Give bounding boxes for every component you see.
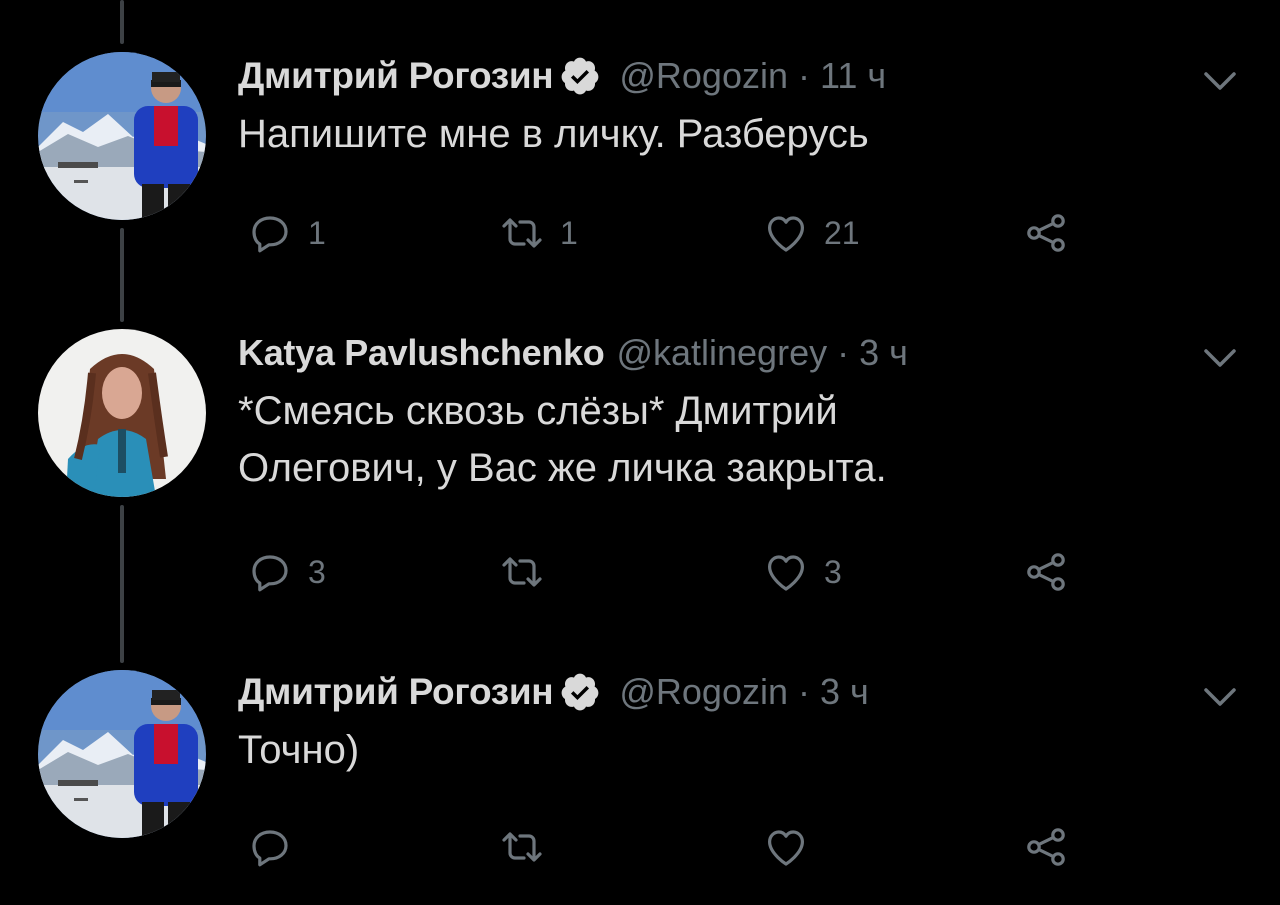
tweet[interactable]: Katya Pavlushchenko @katlinegrey · 3 ч *…	[0, 327, 1280, 617]
tweet-actions: 3 3	[246, 547, 1106, 597]
like-button[interactable]: 3	[762, 547, 842, 597]
reply-button[interactable]	[246, 822, 308, 872]
avatar[interactable]	[38, 670, 206, 838]
retweet-button[interactable]	[498, 547, 560, 597]
separator-dot: ·	[798, 671, 810, 712]
reply-icon	[252, 830, 288, 867]
chevron-down-icon[interactable]	[1200, 682, 1240, 712]
timestamp[interactable]: 11 ч	[820, 55, 886, 97]
reply-button[interactable]: 1	[246, 208, 326, 258]
timestamp[interactable]: 3 ч	[859, 332, 908, 374]
retweet-count: 1	[560, 214, 578, 251]
reply-icon	[252, 555, 288, 592]
display-name[interactable]: Дмитрий Рогозин	[238, 671, 554, 713]
conversation-thread: Дмитрий Рогозин @Rogozin · 11 ч Напишите…	[0, 0, 1280, 905]
heart-icon	[768, 216, 804, 252]
retweet-button[interactable]: 1	[498, 208, 578, 258]
share-button[interactable]	[1022, 547, 1070, 597]
share-icon	[1027, 553, 1065, 591]
timestamp[interactable]: 3 ч	[820, 671, 869, 713]
like-count: 21	[824, 214, 860, 251]
reply-count: 3	[308, 553, 326, 590]
rogozin-avatar	[38, 52, 206, 220]
retweet-button[interactable]	[498, 822, 560, 872]
tweet-header: Katya Pavlushchenko @katlinegrey · 3 ч	[238, 329, 1240, 377]
share-button[interactable]	[1022, 822, 1070, 872]
retweet-icon	[502, 557, 542, 587]
share-icon	[1027, 214, 1065, 252]
chevron-down-icon[interactable]	[1200, 66, 1240, 96]
reply-icon	[252, 216, 288, 253]
verified-badge-icon	[561, 673, 599, 711]
handle[interactable]: @Rogozin	[619, 55, 788, 97]
display-name[interactable]: Дмитрий Рогозин	[238, 55, 554, 97]
tweet-text-line: Олегович, у Вас же личка закрыта.	[238, 446, 887, 490]
tweet-header: Дмитрий Рогозин @Rogozin · 11 ч	[238, 52, 1240, 100]
retweet-icon	[502, 832, 542, 862]
handle[interactable]: @Rogozin	[619, 671, 788, 713]
verified-badge-icon	[561, 57, 599, 95]
share-icon	[1027, 828, 1065, 866]
tweet[interactable]: Дмитрий Рогозин @Rogozin · 11 ч Напишите…	[0, 52, 1280, 262]
like-count: 3	[824, 553, 842, 590]
avatar[interactable]	[38, 329, 206, 497]
avatar[interactable]	[38, 52, 206, 220]
katya-avatar	[38, 329, 206, 497]
like-button[interactable]	[762, 822, 824, 872]
heart-icon	[768, 555, 804, 591]
tweet-text-line: Точно)	[238, 728, 360, 772]
retweet-icon	[502, 218, 542, 248]
tweet-text: Напишите мне в личку. Разберусь	[238, 106, 1240, 163]
tweet-text-line: *Смеясь сквозь слёзы* Дмитрий	[238, 389, 838, 433]
tweet-text-line: Напишите мне в личку. Разберусь	[238, 112, 869, 156]
tweet[interactable]: Дмитрий Рогозин @Rogozin · 3 ч Точно)	[0, 668, 1280, 888]
handle[interactable]: @katlinegrey	[616, 332, 827, 374]
rogozin-avatar	[38, 670, 206, 838]
tweet-header: Дмитрий Рогозин @Rogozin · 3 ч	[238, 668, 1240, 716]
reply-button[interactable]: 3	[246, 547, 326, 597]
heart-icon	[768, 830, 804, 866]
like-button[interactable]: 21	[762, 208, 860, 258]
display-name[interactable]: Katya Pavlushchenko	[238, 332, 605, 374]
separator-dot: ·	[798, 55, 810, 96]
chevron-down-icon[interactable]	[1200, 343, 1240, 373]
reply-count: 1	[308, 214, 326, 251]
share-button[interactable]	[1022, 208, 1070, 258]
tweet-text: Точно)	[238, 722, 1240, 779]
tweet-text: *Смеясь сквозь слёзы* Дмитрий Олегович, …	[238, 383, 1240, 497]
tweet-actions	[246, 822, 1106, 872]
tweet-actions: 1 1 21	[246, 208, 1106, 258]
thread-connector-line	[120, 0, 124, 44]
separator-dot: ·	[837, 332, 850, 373]
